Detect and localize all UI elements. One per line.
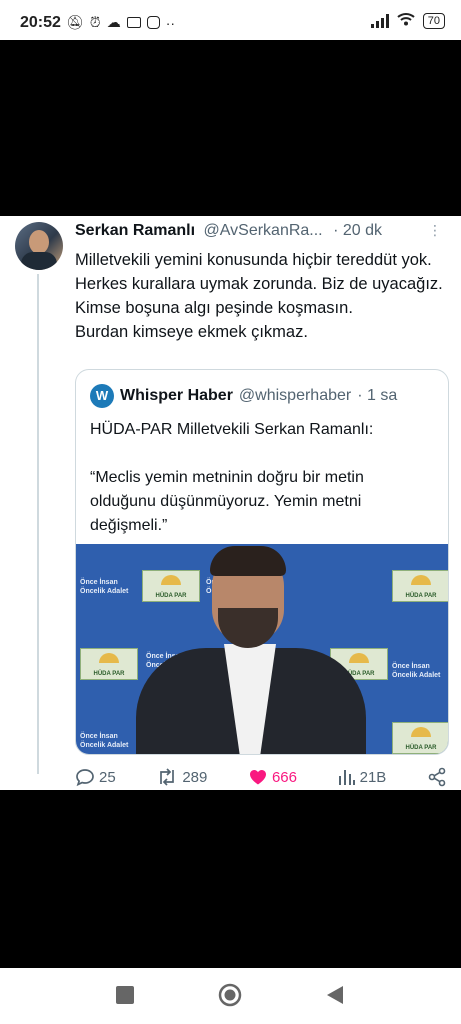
whisper-logo-icon: W [90,384,114,408]
tweet-card[interactable]: Serkan Ramanlı @AvSerkanRa... · 20 dk ⋮ … [0,216,461,790]
quote-header: W Whisper Haber @whisperhaber · 1 sa [90,384,397,408]
reply-button[interactable]: 25 [75,767,116,787]
tweet-text: Milletvekili yemini konusunda hiçbir ter… [75,251,443,341]
quote-time: · 1 sa [357,387,398,404]
home-icon [218,983,242,1007]
back-icon [327,986,343,1004]
avatar[interactable] [15,222,63,270]
reply-count: 25 [99,768,116,786]
recents-icon [116,986,134,1004]
views-button[interactable]: 21B [338,768,387,786]
quote-author-handle: @whisperhaber [238,387,352,404]
like-count: 666 [271,768,297,786]
retweet-count: 289 [182,768,208,786]
quote-tweet[interactable]: W Whisper Haber @whisperhaber · 1 sa HÜD… [75,369,449,755]
cloud-icon: ☁︎ [106,14,121,30]
quote-photo[interactable]: HÜDA PAR HÜDA PAR HÜDA PAR HÜDA PAR HÜDA… [76,544,448,754]
recents-button[interactable] [116,986,134,1004]
heart-icon [249,770,266,785]
quote-author-name: Whisper Haber [120,387,233,404]
signal-icon [370,13,389,28]
status-bar: 20:52 🔕︎ ⏰︎ ☁︎ ·· 70 [0,0,461,40]
party-banner: HÜDA PAR [80,648,138,680]
retweet-icon [160,768,175,786]
thread-line [37,274,39,774]
author-name[interactable]: Serkan Ramanlı [75,222,195,239]
author-handle[interactable]: @AvSerkanRa... [204,222,323,239]
party-banner: HÜDA PAR [392,722,448,754]
tweet-time: · 20 dk [333,222,382,239]
system-icons: 70 [370,12,445,29]
notification-icons: 🔕︎ ⏰︎ ☁︎ ·· [66,14,175,31]
status-time: 20:52 [20,14,61,31]
instagram-icon [146,16,160,29]
reply-icon [76,769,94,787]
retweet-button[interactable]: 289 [156,767,207,787]
party-banner: HÜDA PAR [392,570,448,602]
bell-muted-icon: 🔕︎ [66,14,84,30]
battery-icon: 70 [422,12,445,29]
share-button[interactable] [427,767,447,787]
share-icon [428,767,446,787]
tweet-header: Serkan Ramanlı @AvSerkanRa... · 20 dk ⋮ [75,222,442,244]
photo-slogan: Önce İnsan Öncelik Adalet [80,579,129,595]
views-icon [338,770,355,785]
party-banner: HÜDA PAR [142,570,200,602]
app-icon [126,17,141,28]
more-options-icon[interactable]: ⋮ [428,222,442,239]
photo-slogan: Önce İnsan Öncelik Adalet [80,733,129,749]
like-button[interactable]: 666 [248,767,297,787]
more-notifications-icon: ·· [165,14,176,31]
alarm-icon: ⏰︎ [89,14,101,30]
quote-text: HÜDA-PAR Milletvekili Serkan Ramanlı: “M… [90,421,374,534]
back-button[interactable] [326,985,344,1010]
home-button[interactable] [218,983,242,1012]
navigation-bar [0,968,461,1024]
tweet-actions: 25 289 666 21B [75,766,447,788]
wifi-icon [397,12,415,29]
views-count: 21B [359,768,387,786]
photo-slogan: Önce İnsan Öncelik Adalet [392,663,441,679]
